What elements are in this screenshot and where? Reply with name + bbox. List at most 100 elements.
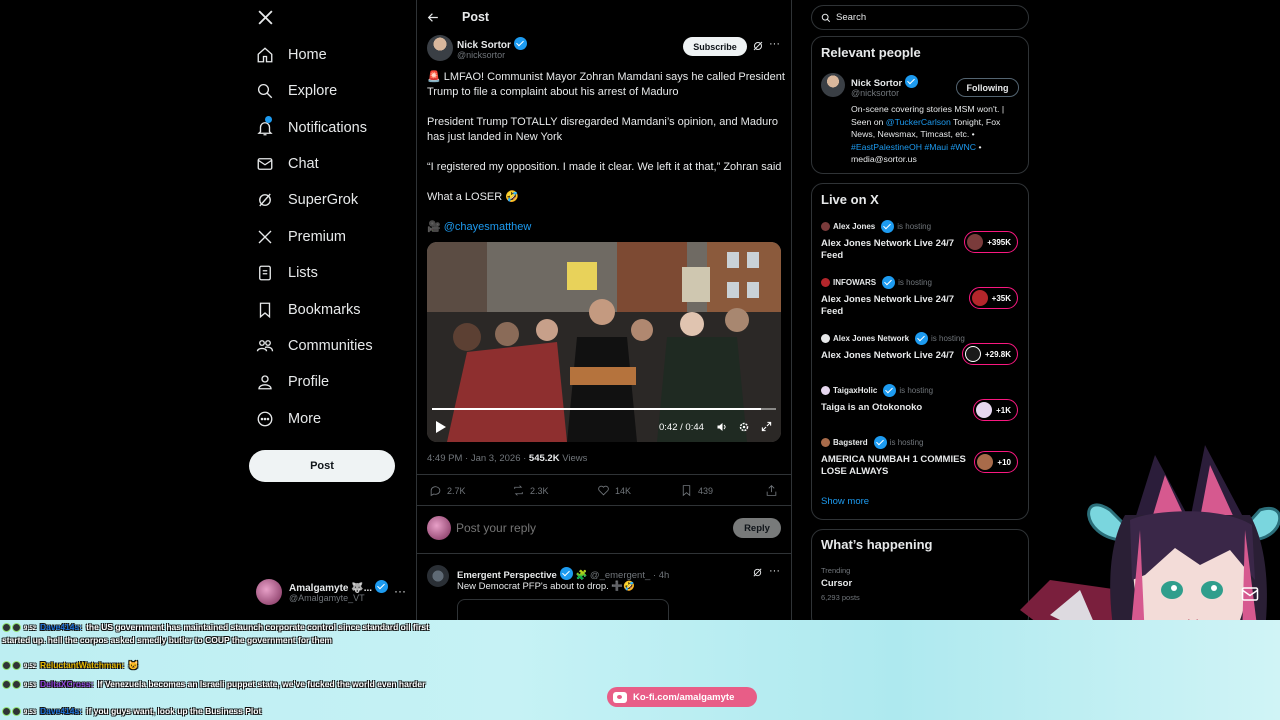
author-avatar[interactable] [427, 35, 453, 61]
chat-username: Dave414s: [40, 706, 83, 716]
whats-happening-title: What’s happening [821, 537, 933, 552]
post-button[interactable]: Post [249, 450, 395, 482]
reply-handle[interactable]: @_emergent_ [590, 570, 650, 581]
nav-bookmarks[interactable]: Bookmarks [256, 301, 361, 319]
settings-icon[interactable] [738, 421, 750, 433]
relevant-handle[interactable]: @nicksortor [851, 88, 899, 98]
repost-action[interactable]: 2.3K [512, 484, 549, 497]
nav-explore[interactable]: Explore [256, 82, 337, 100]
nav-premium[interactable]: Premium [256, 228, 346, 246]
author-handle[interactable]: @nicksortor [457, 50, 505, 60]
reply-icon [429, 484, 442, 497]
listener-count: +395K [987, 237, 1011, 247]
chat-text: 😺 [128, 660, 139, 670]
bookmark-action[interactable]: 439 [680, 484, 713, 497]
host-avatar-icon [821, 334, 830, 343]
video-player[interactable]: 0:42 / 0:44 [427, 242, 781, 442]
nav-communities[interactable]: Communities [256, 337, 373, 355]
listener-count: +29.8K [984, 349, 1011, 359]
relevant-avatar[interactable] [821, 73, 845, 97]
mention-link[interactable]: @chayesmatthew [444, 221, 532, 233]
live-stream-title: Alex Jones Network Live 24/7 Feed [821, 238, 955, 261]
chat-text: if you guys want, look up the Business P… [86, 706, 262, 716]
nav-supergrok[interactable]: SuperGrok [256, 191, 358, 209]
play-button[interactable] [436, 421, 446, 433]
host-avatar [967, 234, 984, 250]
host-avatar-icon [821, 278, 830, 287]
more-icon: ··· [394, 584, 406, 598]
verified-icon [883, 384, 897, 397]
reply-media[interactable] [457, 599, 669, 620]
bio-mention-link[interactable]: @TuckerCarlson [886, 117, 951, 127]
share-action[interactable] [765, 484, 778, 497]
reply-count: 2.7K [447, 485, 466, 496]
subscribe-button[interactable]: Subscribe [683, 37, 747, 56]
chat-username: Dave414s: [40, 622, 83, 632]
listener-badge[interactable]: +1K [973, 399, 1018, 421]
reply-text: New Democrat PFP's about to drop. ➕🤣 [457, 581, 636, 592]
live-item[interactable]: INFOWARS is hosting Alex Jones Network Li… [821, 276, 1021, 318]
account-switcher[interactable]: Amalgamyte 🐺... @Amalgamyte_VT ··· [256, 578, 406, 608]
fullscreen-icon[interactable] [761, 421, 772, 432]
nav-notifications[interactable]: Notifications [256, 116, 367, 137]
message-icon[interactable] [1241, 586, 1259, 602]
repost-count: 2.3K [530, 485, 549, 496]
chat-time: 9:52 [24, 626, 37, 632]
video-progress-track[interactable] [432, 408, 776, 410]
reply-input[interactable] [456, 518, 716, 538]
reply-avatar[interactable] [427, 565, 449, 587]
listener-badge[interactable]: +35K [968, 287, 1018, 309]
grok-icon[interactable] [752, 567, 763, 578]
chat-time: 9:53 [24, 683, 37, 689]
bio-hashtags[interactable]: #EastPalestineOH #Maui #WNC [851, 142, 976, 152]
reply-action[interactable]: 2.7K [429, 484, 466, 497]
hosting-label: is hosting [897, 222, 932, 231]
reply-author[interactable]: Emergent Perspective [457, 570, 557, 581]
host-avatar-icon [821, 222, 830, 231]
listener-badge[interactable]: +395K [964, 231, 1018, 253]
search-box[interactable]: Search [811, 5, 1029, 30]
show-more-link[interactable]: Show more [821, 496, 869, 507]
search-icon [821, 13, 831, 23]
listener-badge[interactable]: +29.8K [961, 343, 1018, 365]
post-timestamp[interactable]: 4:49 PM · Jan 3, 2026 · [427, 453, 526, 464]
video-progress-fill [432, 408, 761, 410]
verified-icon [513, 37, 527, 50]
x-logo-icon[interactable] [257, 9, 274, 26]
nav-label: Chat [288, 156, 319, 172]
following-button[interactable]: Following [956, 78, 1019, 97]
verified-icon [375, 580, 389, 593]
live-stream-title: AMERICA NUMBAH 1 COMMIES LOSE ALWAYS [821, 454, 966, 477]
badge-icons [2, 707, 21, 716]
chat-text: If Venezuela becomes an Israeli puppet s… [97, 679, 426, 689]
nav-lists[interactable]: Lists [256, 264, 318, 282]
trending-topic[interactable]: Cursor [821, 578, 852, 589]
nav-profile[interactable]: Profile [256, 373, 329, 391]
like-count: 14K [615, 485, 632, 496]
badge-icons [2, 680, 21, 689]
search-placeholder: Search [836, 12, 867, 23]
live-item[interactable]: Alex Jones Network is hosting Alex Jones … [821, 332, 1021, 365]
chat-message: 9:53 Dave414s: if you guys want, look up t… [2, 706, 432, 719]
live-item[interactable]: TaigaxHolic is hosting Taiga is an Otokon… [821, 384, 1021, 421]
grok-icon[interactable] [752, 40, 764, 52]
volume-icon[interactable] [716, 421, 728, 433]
nav-chat[interactable]: Chat [256, 155, 319, 173]
host-avatar [964, 346, 981, 362]
video-time: 0:42 / 0:44 [659, 422, 704, 433]
chat-time: 9:52 [24, 664, 37, 670]
views-count: 545.2K [528, 453, 560, 464]
trending-post-count: 6,293 posts [821, 593, 860, 602]
more-icon[interactable]: ··· [769, 565, 780, 577]
tweet-paragraph: What a LOSER 🤣 [427, 191, 519, 203]
nav-more[interactable]: More [256, 410, 321, 428]
back-button[interactable] [427, 11, 440, 24]
listener-count: +35K [991, 293, 1011, 303]
more-icon[interactable]: ··· [769, 38, 780, 50]
avatar [256, 579, 282, 605]
nav-home[interactable]: Home [256, 46, 327, 64]
like-action[interactable]: 14K [597, 484, 631, 497]
live-item[interactable]: Alex Jones is hosting Alex Jones Network … [821, 220, 1021, 262]
verified-icon [915, 332, 929, 345]
reply-button[interactable]: Reply [733, 518, 781, 538]
